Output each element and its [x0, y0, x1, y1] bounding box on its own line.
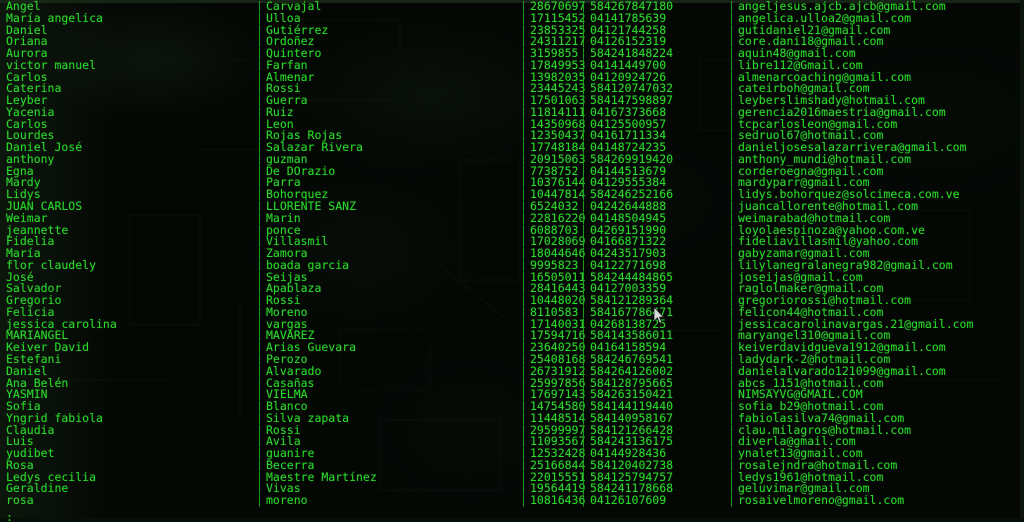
cell-last-name: moreno [266, 493, 308, 508]
column-separator-2: | [520, 493, 527, 508]
cell-phone: 04126107609 [590, 493, 667, 508]
table-row: Luis | Avila | 11093567 | 584243136175 | diverla… [0, 436, 1024, 448]
column-separator-3: | [580, 493, 587, 508]
column-separator-1: | [256, 493, 263, 508]
window-bottom-edge [0, 518, 1024, 522]
terminal-window[interactable]: Angel | Carvajal | 28670697 | 584267847180 | ang… [0, 0, 1024, 522]
table-row: Oriana | Ordoñez | 24311217 | 04126152319 | core… [0, 36, 1024, 48]
table-row: Ledys cecilia | Maestre Martínez | 22015551 |… [0, 471, 1024, 484]
pager-prompt[interactable]: : [6, 511, 13, 522]
table-row: Fidelia | Villasmil | 17028069 | 04166871322 | f… [0, 236, 1024, 248]
table-row: Ana Belén | Casañas | 25997856 | 584128795665 |… [0, 377, 1024, 390]
table-row: Egna | De DOrazio | 7738752 | 04144513679 | cord… [0, 165, 1024, 178]
column-separator-4: | [728, 493, 735, 508]
table-row: Carlos | Almenar | 13982035 | 04120924726 | alme… [0, 71, 1024, 84]
result-table: Angel | Carvajal | 28670697 | 584267847180 | ang… [0, 0, 1024, 508]
cell-email: rosaivelmoreno@gmail.com [738, 493, 905, 508]
table-row: rosa | moreno | 10816436 | 04126107609 | rosaive… [0, 493, 1024, 508]
cell-first-name: rosa [6, 493, 34, 508]
table-row: Aurora | Quintero | 3159855 | 584241848224 | aqu… [0, 47, 1024, 60]
cell-id: 10816436 [530, 493, 586, 508]
table-row: Claudia | Rossi | 29599997 | 584121266428 | clau… [0, 424, 1024, 437]
table-row: flor claudely | boada garcia | 9995823 | 04122… [0, 259, 1024, 272]
